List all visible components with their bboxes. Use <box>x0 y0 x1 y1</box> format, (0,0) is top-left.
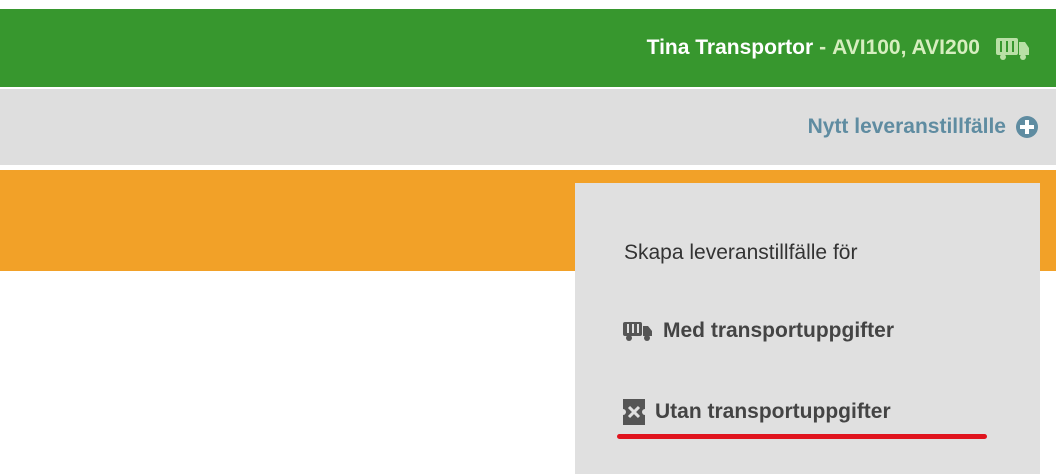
menu-item-with-transport-label: Med transportuppgifter <box>663 319 894 342</box>
new-delivery-occasion-label: Nytt leveranstillfälle <box>807 115 1006 138</box>
dropdown-title: Skapa leveranstillfälle för <box>624 241 858 264</box>
user-name: Tina Transportor <box>646 36 814 59</box>
header-separator: - <box>819 36 827 59</box>
highlight-underline <box>617 434 987 439</box>
plus-circle-icon <box>1015 115 1039 139</box>
no-transport-icon <box>623 399 645 425</box>
new-delivery-occasion-button[interactable]: Nytt leveranstillfälle <box>808 115 1039 139</box>
menu-item-without-transport[interactable]: Utan transportuppgifter <box>623 399 891 425</box>
truck-icon <box>996 36 1030 60</box>
truck-icon <box>623 321 653 341</box>
new-occasion-dropdown-menu: Skapa leveranstillfälle för Med transpor… <box>575 183 1040 474</box>
menu-item-with-transport[interactable]: Med transportuppgifter <box>623 319 894 343</box>
user-codes: AVI100, AVI200 <box>832 36 980 59</box>
top-header-bar: Tina Transportor - AVI100, AVI200 <box>0 9 1056 87</box>
toolbar: Nytt leveranstillfälle <box>0 89 1056 165</box>
menu-item-without-transport-label: Utan transportuppgifter <box>655 400 891 423</box>
